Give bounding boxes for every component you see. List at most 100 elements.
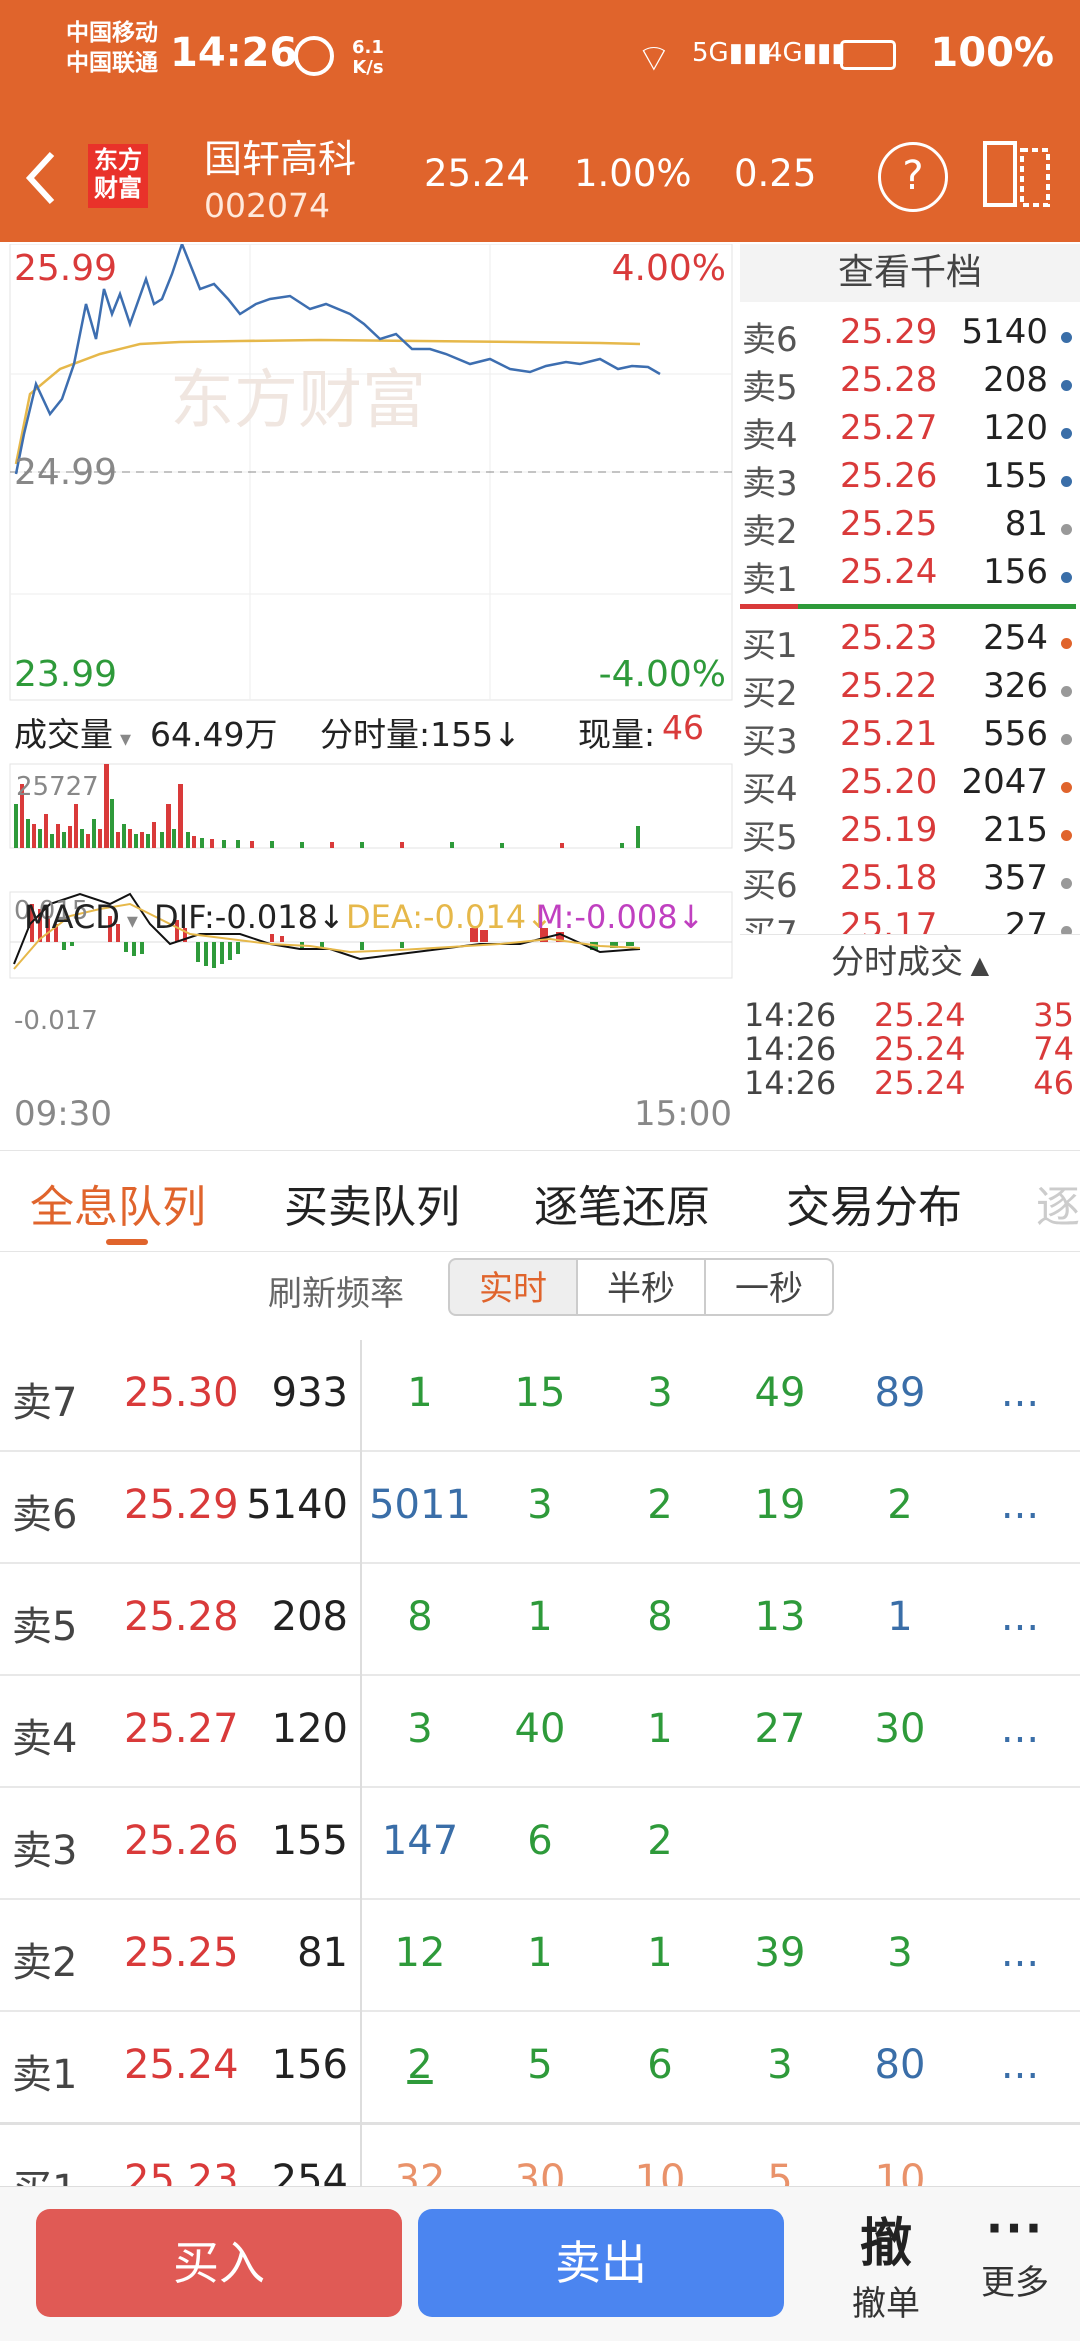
net-speed-value: 6.1 [352,37,384,58]
wifi-icon: ⌔ [636,36,672,80]
macd-indicator-select[interactable]: MACD ▾ [24,898,138,936]
queue-more-ellipsis[interactable]: ... [960,2042,1080,2088]
bid-level-row[interactable]: 买7 25.17 27 [740,906,1080,934]
bid-price: 25.17 [840,906,938,934]
tab-active-indicator [106,1239,148,1245]
level-dot [1061,686,1072,697]
queue-volume: 155 [271,1818,348,1864]
macd-bottom-label: -0.017 [14,1006,98,1036]
tick-volume: 74 [1033,1030,1074,1068]
queue-list[interactable]: 卖7 25.30 933 1 15 3 49 89... 卖6 25.29 5140 5011… [0,1328,1080,2186]
bid-level-label: 买7 [742,914,798,934]
queue-row[interactable]: 卖3 25.26 155 147 6 2 [0,1786,1080,1900]
queue-order-size: 1 [407,1370,433,1416]
more-button[interactable]: ··· 更多 [960,2187,1070,2341]
tick-price: 25.24 [874,996,966,1034]
switch-view-icon[interactable] [982,140,1052,208]
queue-order-size: 3 [887,1930,913,1976]
level-dot [1061,638,1072,649]
help-button[interactable]: ? [878,142,948,212]
volume-indicator-select[interactable]: 成交量 ▾ [14,708,131,758]
queue-order-size: 5 [527,2042,553,2088]
bid-price: 25.21 [840,714,938,754]
queue-order-size: 1 [647,1706,673,1752]
buy-button[interactable]: 买入 [36,2209,402,2317]
queue-order-size: 1 [887,1594,913,1640]
queue-row[interactable]: 卖5 25.28 208 8 1 8 13 1... [0,1562,1080,1676]
pct-high-label: 4.00% [611,248,726,289]
bid-level-row[interactable]: 买3 25.21 556 [740,714,1080,762]
tab-tick-replay[interactable]: 逐笔还原 [534,1171,710,1235]
queue-row[interactable]: 买1 25.23 254 32 30 10 5 10 [0,2122,1080,2186]
back-arrow-icon[interactable] [22,148,62,208]
queue-more-ellipsis[interactable]: ... [960,1594,1080,1640]
queue-price: 25.26 [124,1818,239,1864]
stock-name: 国轩高科 [204,137,357,181]
bid-level-row[interactable]: 买5 25.19 215 [740,810,1080,858]
dropdown-icon: ▾ [113,727,132,752]
queue-order-size: 3 [407,1706,433,1752]
tick-price: 25.24 [874,1030,966,1068]
carrier-2: 中国联通 [66,50,158,76]
tab-full-queue[interactable]: 全息队列 [30,1171,206,1235]
tick-volume: 46 [1033,1064,1074,1102]
bid-level-row[interactable]: 买4 25.20 2047 [740,762,1080,810]
bid-volume: 326 [983,666,1048,706]
dropdown-icon: ▾ [119,909,138,934]
price-low-label: 23.99 [14,654,118,695]
level-dot [1061,878,1072,889]
queue-volume: 208 [271,1594,348,1640]
tab-trade-distribution[interactable]: 交易分布 [786,1171,962,1235]
alarm-icon [294,36,334,76]
queue-more-ellipsis[interactable]: ... [960,1706,1080,1752]
queue-more-ellipsis[interactable]: ... [960,1482,1080,1528]
refresh-realtime-button[interactable]: 实时 [448,1258,578,1316]
queue-level-label: 卖6 [12,1492,78,1538]
bid-level-row[interactable]: 买1 25.23 254 [740,618,1080,666]
refresh-one-second-button[interactable]: 一秒 [704,1258,834,1316]
queue-order-size: 8 [647,1594,673,1640]
price-high-label: 25.99 [14,248,118,289]
queue-volume: 156 [271,2042,348,2088]
queue-row[interactable]: 卖4 25.27 120 3 40 1 27 30... [0,1674,1080,1788]
tab-more-partial[interactable]: 逐 [1036,1171,1080,1235]
queue-row[interactable]: 卖7 25.30 933 1 15 3 49 89... [0,1338,1080,1452]
queue-price: 25.24 [124,2042,239,2088]
volume-indicator-label: 成交量 [14,715,113,754]
queue-row[interactable]: 卖6 25.29 5140 5011 3 2 19 2... [0,1450,1080,1564]
bid-level-row[interactable]: 买2 25.22 326 [740,666,1080,714]
level-dot [1061,926,1072,934]
ticks-header[interactable]: 分时成交 ▲ [740,934,1080,989]
queue-order-size: 12 [394,1930,446,1976]
queue-order-size: 3 [647,1370,673,1416]
queue-order-size: 39 [754,1930,806,1976]
queue-order-size: 5011 [369,1482,471,1528]
carrier-1: 中国移动 [66,20,158,46]
queue-order-size: 32 [394,2157,446,2186]
sell-button[interactable]: 卖出 [418,2209,784,2317]
queue-order-size: 89 [874,1370,926,1416]
queue-more-ellipsis[interactable]: ... [960,1930,1080,1976]
vol-max-label: 25727 [16,772,99,802]
queue-row[interactable]: 卖1 25.24 156 2 5 6 3 80... [0,2010,1080,2124]
bid-level-label: 买5 [742,818,798,858]
tick-price: 25.24 [874,1064,966,1102]
intraday-chart[interactable]: 东方财富 25.99 4.00% 24.99 23.99 -4.00% 2572… [0,240,736,1144]
queue-price: 25.30 [124,1370,239,1416]
chart-watermark: 东方财富 [170,364,426,436]
price-mid-label: 24.99 [14,452,118,493]
header-price: 25.24 [424,152,530,195]
refresh-half-second-button[interactable]: 半秒 [576,1258,706,1316]
queue-order-size: 2 [407,2042,433,2088]
queue-order-size: 5 [767,2157,793,2186]
queue-order-size: 6 [527,1818,553,1864]
queue-level-label: 买1 [12,2157,77,2186]
queue-more-ellipsis[interactable]: ... [960,1370,1080,1416]
level-dot [1061,782,1072,793]
queue-level-label: 卖3 [12,1828,78,1874]
bid-level-row[interactable]: 买6 25.18 357 [740,858,1080,906]
queue-row[interactable]: 卖2 25.25 81 12 1 1 39 3... [0,1898,1080,2012]
tab-bidask-queue[interactable]: 买卖队列 [284,1171,460,1235]
cancel-order-button[interactable]: 撤 撤单 [826,2187,946,2341]
macd-dif: DIF:-0.018↓ [154,898,345,936]
